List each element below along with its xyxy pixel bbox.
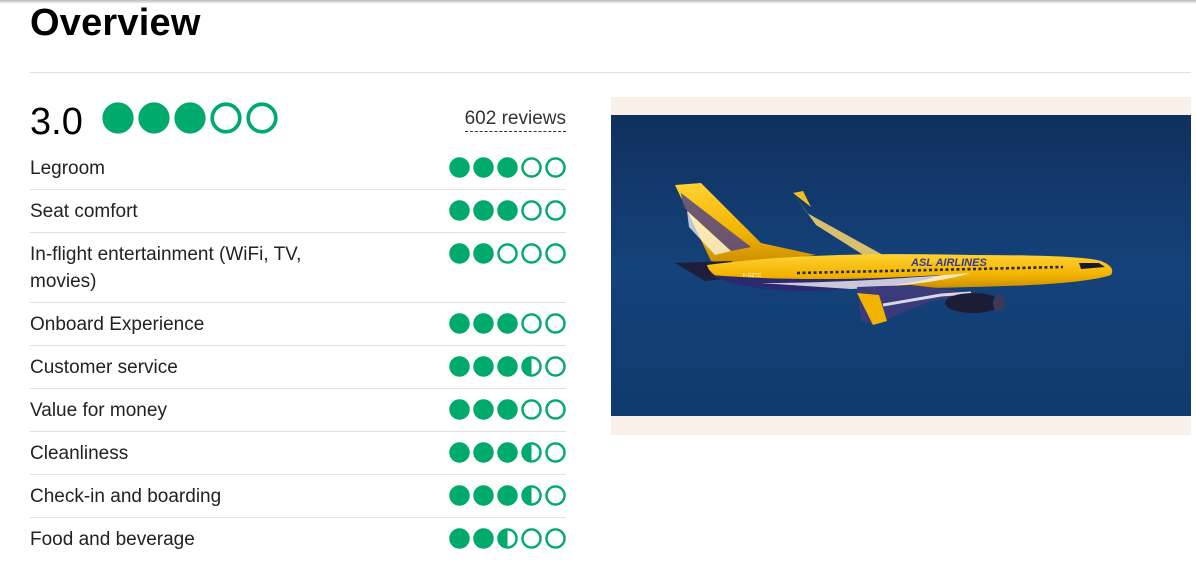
photo-frame: ASL AIRLINES F-GZTC [611, 97, 1191, 435]
rating-row: Value for money [30, 389, 566, 432]
rating-label: Cleanliness [30, 443, 129, 464]
ratings-list: Legroom Seat comfort In-flight entertainme… [30, 147, 566, 560]
rating-row: Food and beverage [30, 518, 566, 560]
rating-label: Check-in and boarding [30, 486, 222, 507]
rating-bubble-full-icon [473, 313, 494, 334]
rating-bubble-full-icon [473, 399, 494, 420]
rating-bubbles [449, 475, 566, 506]
rating-bubble-empty-icon [497, 243, 518, 264]
rating-bubble-empty-icon [521, 200, 542, 221]
rating-bubble-full-icon [449, 399, 470, 420]
rating-bubble-empty-icon [521, 157, 542, 178]
rating-bubble-full-icon [497, 356, 518, 377]
divider [30, 72, 1191, 73]
rating-bubble-full-icon [497, 399, 518, 420]
overall-score: 3.0 [30, 101, 83, 143]
rating-bubble-empty-icon [545, 528, 566, 549]
rating-label: Seat comfort [30, 201, 138, 222]
rating-bubble-empty-icon [545, 200, 566, 221]
rating-label: Legroom [30, 158, 105, 179]
reviews-link[interactable]: 602 reviews [464, 107, 566, 132]
rating-bubbles [449, 346, 566, 377]
rating-bubble-full-icon [449, 200, 470, 221]
rating-bubble-empty-icon [246, 102, 278, 134]
rating-bubble-full-icon [497, 313, 518, 334]
rating-bubbles [449, 389, 566, 420]
rating-bubble-full-icon [174, 102, 206, 134]
rating-bubble-empty-icon [545, 157, 566, 178]
rating-bubble-half-icon [521, 356, 542, 377]
airline-plane-photo[interactable]: ASL AIRLINES F-GZTC [611, 115, 1191, 416]
rating-bubbles [449, 233, 566, 264]
rating-row: Customer service [30, 346, 566, 389]
rating-bubble-full-icon [473, 200, 494, 221]
rating-row: Seat comfort [30, 190, 566, 233]
rating-bubble-full-icon [497, 485, 518, 506]
page-title: Overview [30, 2, 201, 44]
rating-bubbles [449, 303, 566, 334]
rating-bubble-empty-icon [545, 485, 566, 506]
rating-bubble-full-icon [102, 102, 134, 134]
rating-summary: 3.0 602 reviews [30, 98, 566, 146]
rating-bubble-full-icon [449, 442, 470, 463]
aircraft-registration: F-GZTC [743, 273, 762, 279]
rating-bubble-full-icon [497, 442, 518, 463]
rating-bubble-full-icon [473, 528, 494, 549]
rating-label: Onboard Experience [30, 314, 205, 335]
rating-bubble-empty-icon [545, 399, 566, 420]
rating-row: In-flight entertainment (WiFi, TV, movie… [30, 233, 566, 303]
rating-bubble-empty-icon [521, 243, 542, 264]
rating-bubble-full-icon [449, 356, 470, 377]
rating-bubble-empty-icon [521, 313, 542, 334]
rating-bubble-empty-icon [521, 399, 542, 420]
overall-rating-bubbles [102, 102, 278, 134]
rating-bubble-empty-icon [210, 102, 242, 134]
rating-bubble-full-icon [449, 243, 470, 264]
rating-bubble-full-icon [449, 157, 470, 178]
rating-label: Value for money [30, 400, 167, 421]
rating-bubble-empty-icon [545, 313, 566, 334]
rating-bubble-full-icon [473, 356, 494, 377]
rating-row: Cleanliness [30, 432, 566, 475]
rating-label: In-flight entertainment (WiFi, TV, movie… [30, 244, 302, 292]
rating-row: Onboard Experience [30, 303, 566, 346]
rating-bubble-full-icon [497, 157, 518, 178]
rating-row: Check-in and boarding [30, 475, 566, 518]
rating-bubble-full-icon [473, 485, 494, 506]
rating-bubble-full-icon [497, 200, 518, 221]
rating-label: Food and beverage [30, 529, 195, 550]
rating-bubble-full-icon [449, 313, 470, 334]
rating-bubbles [449, 518, 566, 549]
rating-bubble-half-icon [521, 442, 542, 463]
rating-bubble-empty-icon [521, 528, 542, 549]
rating-bubble-full-icon [449, 485, 470, 506]
rating-label: Customer service [30, 357, 178, 378]
rating-bubble-empty-icon [545, 356, 566, 377]
rating-bubble-full-icon [449, 528, 470, 549]
rating-bubble-full-icon [473, 243, 494, 264]
rating-bubble-half-icon [497, 528, 518, 549]
airline-logo-text: ASL AIRLINES [910, 257, 987, 269]
rating-bubble-full-icon [473, 442, 494, 463]
rating-bubble-full-icon [473, 157, 494, 178]
rating-bubble-half-icon [521, 485, 542, 506]
rating-bubble-full-icon [138, 102, 170, 134]
rating-row: Legroom [30, 147, 566, 190]
rating-bubbles [449, 432, 566, 463]
rating-bubble-empty-icon [545, 442, 566, 463]
rating-bubbles [449, 190, 566, 221]
rating-bubble-empty-icon [545, 243, 566, 264]
rating-bubbles [449, 147, 566, 178]
